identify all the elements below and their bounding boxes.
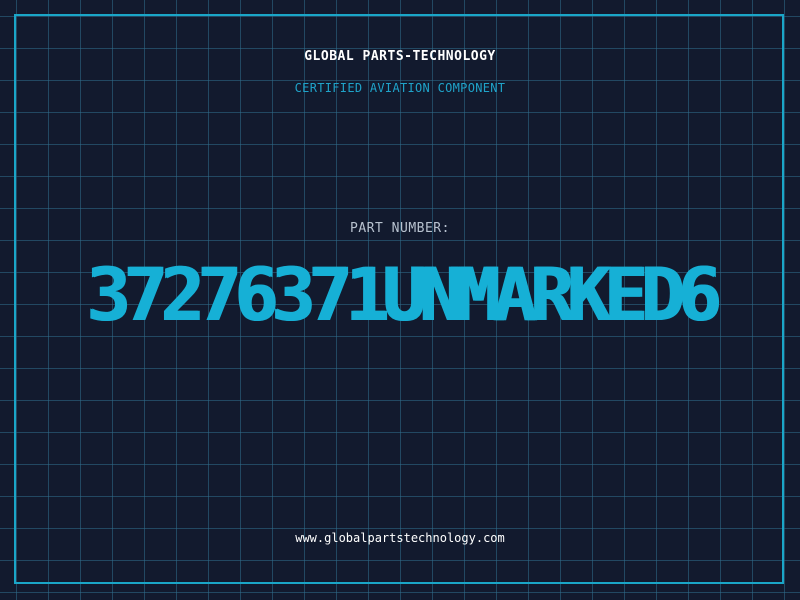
website-url: www.globalpartstechnology.com bbox=[295, 531, 505, 545]
part-number-label: PART NUMBER: bbox=[350, 221, 450, 236]
company-name: GLOBAL PARTS-TECHNOLOGY bbox=[304, 49, 496, 64]
certification-subtitle: CERTIFIED AVIATION COMPONENT bbox=[294, 81, 506, 95]
part-number-value: 37276371UNMARKED6 bbox=[85, 253, 721, 338]
